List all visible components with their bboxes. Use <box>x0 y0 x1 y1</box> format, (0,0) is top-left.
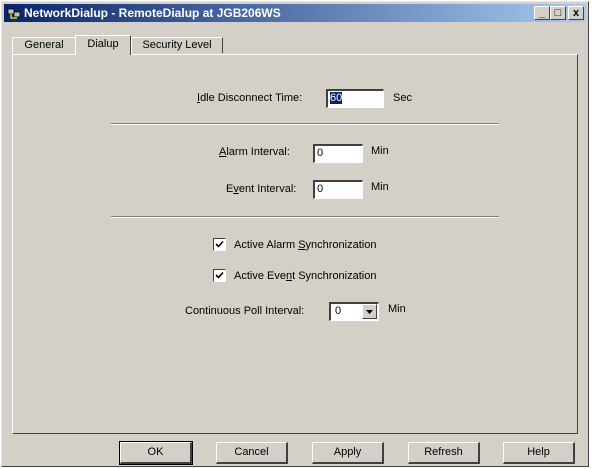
tab-general[interactable]: General <box>12 37 76 53</box>
alarm-interval-label: Alarm Interval: <box>219 146 290 158</box>
window-title: NetworkDialup - RemoteDialup at JGB206WS <box>24 6 281 20</box>
dialog-window: NetworkDialup - RemoteDialup at JGB206WS… <box>1 1 589 467</box>
maximize-button[interactable]: □ <box>550 6 566 20</box>
event-interval-label: Event Interval: <box>226 183 297 195</box>
cancel-button[interactable]: Cancel <box>216 442 288 464</box>
idle-disconnect-label: Idle Disconnect Time: <box>197 92 303 104</box>
checkmark-icon <box>215 240 224 248</box>
event-interval-unit: Min <box>371 181 389 193</box>
title-bar[interactable]: NetworkDialup - RemoteDialup at JGB206WS… <box>4 4 586 22</box>
active-alarm-sync-checkbox[interactable] <box>213 238 226 251</box>
network-app-icon <box>7 6 21 20</box>
tab-dialup[interactable]: Dialup <box>75 35 131 55</box>
poll-interval-select[interactable]: 0 <box>329 302 379 321</box>
alarm-interval-input[interactable]: 0 <box>313 144 363 163</box>
idle-disconnect-input[interactable]: 60 <box>326 89 384 108</box>
ok-button[interactable]: OK <box>119 441 193 465</box>
separator-2 <box>111 216 499 218</box>
close-button[interactable]: x <box>568 6 584 20</box>
poll-interval-label: Continuous Poll Interval: <box>185 305 305 317</box>
idle-disconnect-unit: Sec <box>393 92 412 104</box>
event-interval-input[interactable]: 0 <box>313 180 363 199</box>
tab-security-level[interactable]: Security Level <box>131 37 223 53</box>
dialup-panel: Idle Disconnect Time: 60 Sec Alarm Inter… <box>12 54 578 434</box>
poll-interval-unit: Min <box>388 303 406 315</box>
refresh-button[interactable]: Refresh <box>408 442 480 464</box>
chevron-down-icon <box>366 310 373 314</box>
separator-1 <box>111 123 499 125</box>
active-event-sync-checkbox[interactable] <box>213 269 226 282</box>
minimize-button[interactable]: _ <box>534 6 550 20</box>
alarm-interval-unit: Min <box>371 145 389 157</box>
poll-interval-dropdown-button[interactable] <box>362 304 377 319</box>
active-event-sync-label[interactable]: Active Event Synchronization <box>234 270 376 282</box>
help-button[interactable]: Help <box>503 442 575 464</box>
checkmark-icon <box>215 271 224 279</box>
apply-button[interactable]: Apply <box>312 442 384 464</box>
active-alarm-sync-label[interactable]: Active Alarm Synchronization <box>234 239 376 251</box>
